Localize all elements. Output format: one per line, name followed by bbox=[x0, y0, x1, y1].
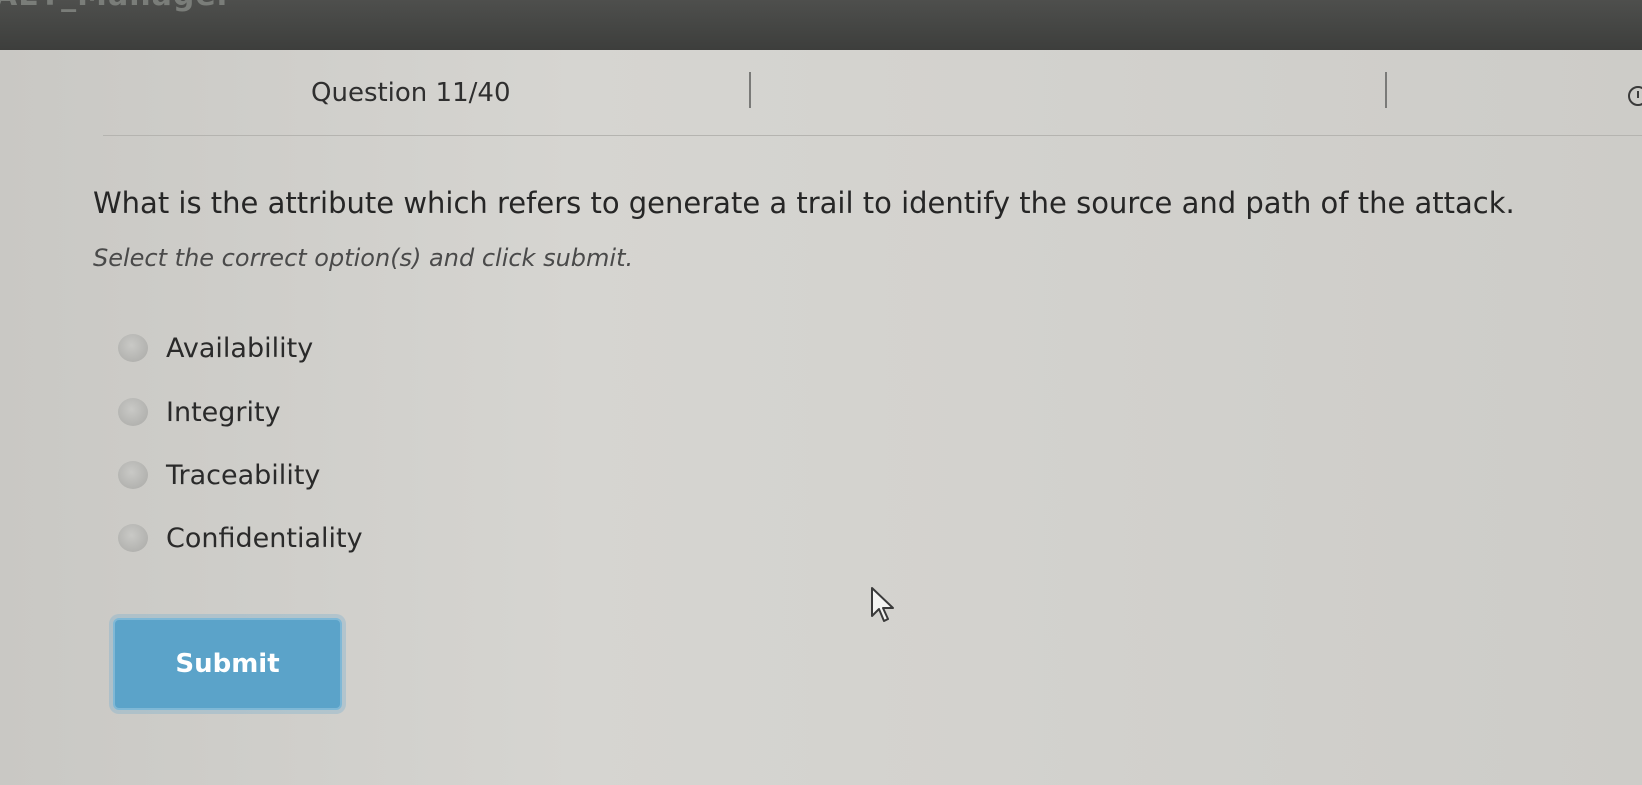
header-separator bbox=[103, 135, 1642, 136]
question-number: Question 11/40 bbox=[311, 78, 511, 108]
option-label: Availability bbox=[166, 332, 314, 364]
option-label: Confidentiality bbox=[166, 522, 363, 554]
question-header: Question 11/40 bbox=[0, 50, 1642, 136]
instruction-text: Select the correct option(s) and click s… bbox=[93, 244, 634, 272]
window-title-bar: AET_Manager bbox=[0, 0, 1642, 50]
mouse-pointer-icon bbox=[871, 587, 894, 622]
radio-button[interactable] bbox=[118, 398, 148, 426]
option-integrity[interactable]: Integrity bbox=[118, 392, 281, 432]
app-title: AET_Manager bbox=[0, 0, 233, 13]
clock-icon bbox=[1628, 86, 1642, 106]
option-label: Integrity bbox=[166, 396, 281, 428]
radio-button[interactable] bbox=[118, 461, 148, 489]
radio-button[interactable] bbox=[118, 334, 148, 362]
quiz-panel: Question 11/40 What is the attribute whi… bbox=[0, 50, 1642, 785]
question-text: What is the attribute which refers to ge… bbox=[93, 186, 1515, 220]
header-divider bbox=[1385, 72, 1387, 108]
option-label: Traceability bbox=[166, 459, 321, 491]
header-divider bbox=[749, 72, 751, 108]
option-traceability[interactable]: Traceability bbox=[118, 455, 320, 495]
option-confidentiality[interactable]: Confidentiality bbox=[118, 518, 363, 558]
submit-button[interactable]: Submit bbox=[113, 618, 342, 710]
radio-button[interactable] bbox=[118, 524, 148, 552]
option-availability[interactable]: Availability bbox=[118, 328, 313, 368]
